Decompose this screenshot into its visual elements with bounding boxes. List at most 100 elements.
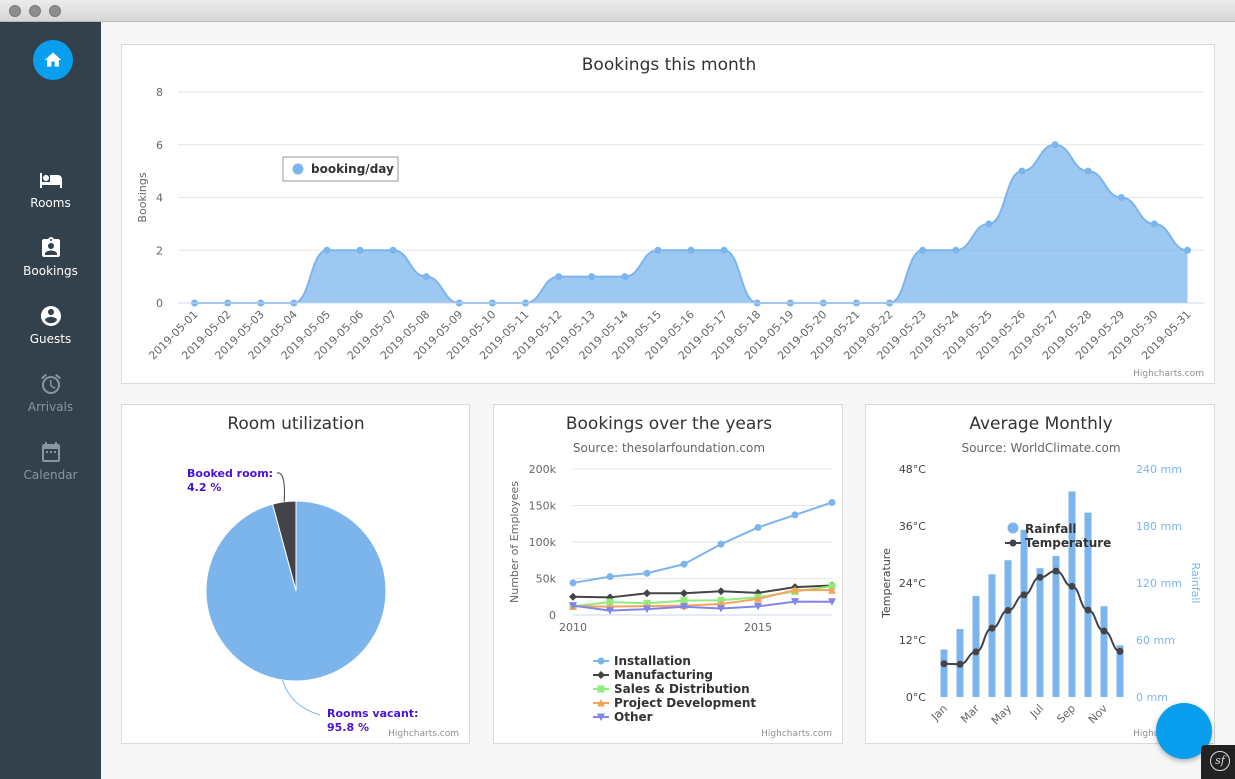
data-point: [687, 246, 695, 254]
sidebar-item-label: Calendar: [23, 468, 78, 482]
y-tick-label: 50k: [536, 573, 557, 586]
y-tick-label: 0: [156, 297, 163, 310]
pie-data-label-name: Rooms vacant:: [327, 707, 418, 720]
data-point: [654, 246, 662, 254]
chart-title: Bookings this month: [582, 55, 756, 75]
data-point: [422, 273, 430, 281]
y-tick-label: 0°C: [906, 691, 926, 704]
data-point: [621, 273, 629, 281]
data-point: [1084, 167, 1092, 175]
y-tick-label: 48°C: [899, 463, 926, 476]
y-axis-title: Number of Employees: [508, 481, 521, 603]
y2-tick-label: 180 mm: [1136, 520, 1182, 533]
highcharts-credit[interactable]: Highcharts.com: [761, 729, 832, 739]
close-window-button[interactable]: [9, 5, 21, 17]
pie-slice: [205, 500, 387, 682]
pie-data-label-value: 4.2 %: [187, 481, 221, 494]
bookings-month-chart: Bookings this month02468Bookings2019-05-…: [136, 55, 1204, 362]
pie-data-label-value: 95.8 %: [327, 721, 369, 734]
sidebar-item-guests[interactable]: Guests: [0, 304, 101, 346]
data-point: [1183, 246, 1191, 254]
data-point: [588, 273, 596, 281]
y-tick-label: 100k: [529, 536, 557, 549]
data-point: [569, 579, 577, 587]
bookings-month-panel: Bookings this month 0 2 4 6 8 Bookings 2019-05-…: [121, 44, 1215, 384]
data-point: [643, 569, 651, 577]
sidebar-item-arrivals[interactable]: Arrivals: [0, 372, 101, 414]
data-point: [389, 246, 397, 254]
home-icon: [44, 52, 62, 67]
data-point: [606, 573, 614, 581]
y-tick-label: 200k: [529, 463, 557, 476]
legend-symbol: [1009, 539, 1017, 547]
room-utilization-chart: Room utilization Booked room:4.2 % Rooms v…: [187, 414, 418, 734]
data-point: [828, 498, 836, 506]
data-point: [680, 589, 688, 598]
symfony-toolbar-toggle[interactable]: sf: [1201, 745, 1235, 779]
sidebar-item-label: Bookings: [23, 264, 78, 278]
data-point: [956, 660, 964, 668]
rainfall-bar: [1036, 568, 1044, 697]
data-point: [1116, 647, 1124, 655]
bookings-years-chart: Bookings over the years Source: thesolarf…: [508, 414, 836, 724]
highcharts-credit[interactable]: Highcharts.com: [388, 729, 459, 739]
chart-title: Room utilization: [227, 414, 364, 434]
y-tick-label: 2: [156, 244, 163, 257]
sidebar-item-calendar[interactable]: Calendar: [0, 440, 101, 482]
data-point: [717, 587, 725, 596]
y-tick-label: 8: [156, 86, 163, 99]
sidebar-item-label: Rooms: [30, 196, 71, 210]
x-tick-label: 2010: [559, 621, 587, 634]
y-tick-label: 4: [156, 192, 163, 205]
data-point: [919, 246, 927, 254]
temperature-line: [943, 570, 1121, 666]
rainfall-bar: [1020, 529, 1028, 697]
data-point: [356, 246, 364, 254]
symfony-logo-icon: sf: [1210, 751, 1230, 771]
sidebar-item-rooms[interactable]: Rooms: [0, 168, 101, 210]
data-point: [720, 246, 728, 254]
data-point: [940, 660, 948, 668]
data-point: [1052, 567, 1060, 575]
data-point: [717, 540, 725, 548]
calendar-icon: [41, 442, 60, 462]
y2-tick-label: 120 mm: [1136, 577, 1182, 590]
rainfall-bar: [940, 649, 948, 697]
y-tick-label: 6: [156, 139, 163, 152]
rainfall-bar: [972, 595, 980, 697]
data-point: [1084, 606, 1092, 614]
highcharts-credit[interactable]: Highcharts.com: [1133, 369, 1204, 379]
home-button[interactable]: [33, 40, 73, 80]
x-tick-label: Nov: [1086, 702, 1111, 727]
y-tick-label: 24°C: [899, 577, 926, 590]
x-tick-label: Jul: [1027, 702, 1046, 721]
legend-symbol: [597, 685, 605, 693]
data-point: [569, 592, 577, 601]
data-point: [555, 273, 563, 281]
legend-symbol: [597, 671, 605, 679]
x-tick-label: 2015: [744, 621, 772, 634]
data-point: [988, 624, 996, 632]
data-point: [1150, 220, 1158, 228]
y2-tick-label: 0 mm: [1136, 691, 1168, 704]
data-point: [1100, 627, 1108, 635]
data-point: [1004, 607, 1012, 615]
legend-item-label: Installation: [614, 654, 691, 668]
data-point: [952, 246, 960, 254]
legend-item-label: booking/day: [311, 162, 394, 176]
data-point: [972, 648, 980, 656]
data-point: [985, 220, 993, 228]
minimize-window-button[interactable]: [29, 5, 41, 17]
x-tick-label: Mar: [958, 702, 982, 726]
sidebar-item-bookings[interactable]: Bookings: [0, 236, 101, 278]
rainfall-bar: [988, 574, 996, 697]
maximize-window-button[interactable]: [49, 5, 61, 17]
y-axis-title: Temperature: [880, 548, 893, 619]
data-point: [1018, 167, 1026, 175]
legend-item-label: Project Development: [614, 696, 756, 710]
y-axis-title: Bookings: [136, 172, 149, 222]
window-titlebar: [0, 0, 1235, 22]
average-monthly-panel: Average Monthly Source: WorldClimate.com 0…: [865, 404, 1215, 744]
bookings-years-panel: Bookings over the years Source: thesolarf…: [493, 404, 843, 744]
data-point: [791, 511, 799, 519]
